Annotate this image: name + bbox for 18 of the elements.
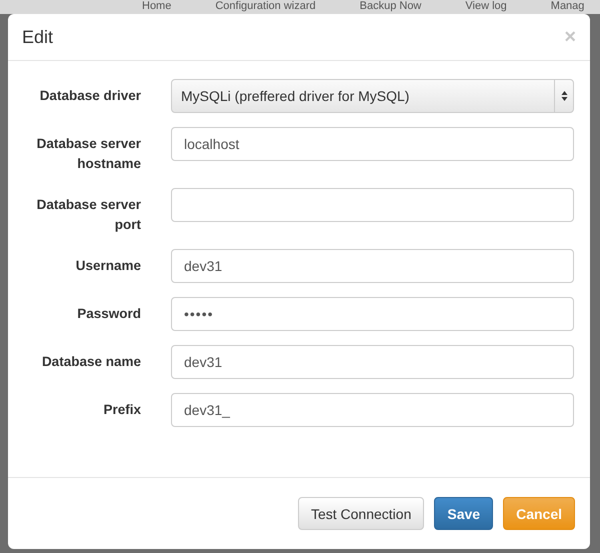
stepper-icon [560, 90, 568, 102]
input-field[interactable]: dev31_ [171, 393, 574, 427]
driver-select[interactable]: MySQLi (preffered driver for MySQL) [171, 79, 574, 113]
field-label: Database driver [38, 87, 141, 105]
field-label: Database server hostname [36, 135, 141, 173]
input-field[interactable]: dev31 [171, 249, 574, 283]
field-label: Prefix [102, 401, 141, 419]
input-field[interactable] [171, 188, 574, 222]
field-label: Database server port [36, 196, 141, 234]
field-label: Database name [40, 353, 141, 371]
test-connection-button[interactable]: Test Connection [298, 497, 424, 530]
input-field[interactable]: dev31 [171, 345, 574, 379]
dialog-title: Edit [22, 26, 54, 48]
save-button[interactable]: Save [434, 497, 494, 530]
field-label: Password [76, 305, 141, 323]
field-label: Username [74, 257, 141, 275]
input-field[interactable]: ••••• [171, 297, 574, 331]
input-field[interactable]: localhost [171, 127, 574, 161]
